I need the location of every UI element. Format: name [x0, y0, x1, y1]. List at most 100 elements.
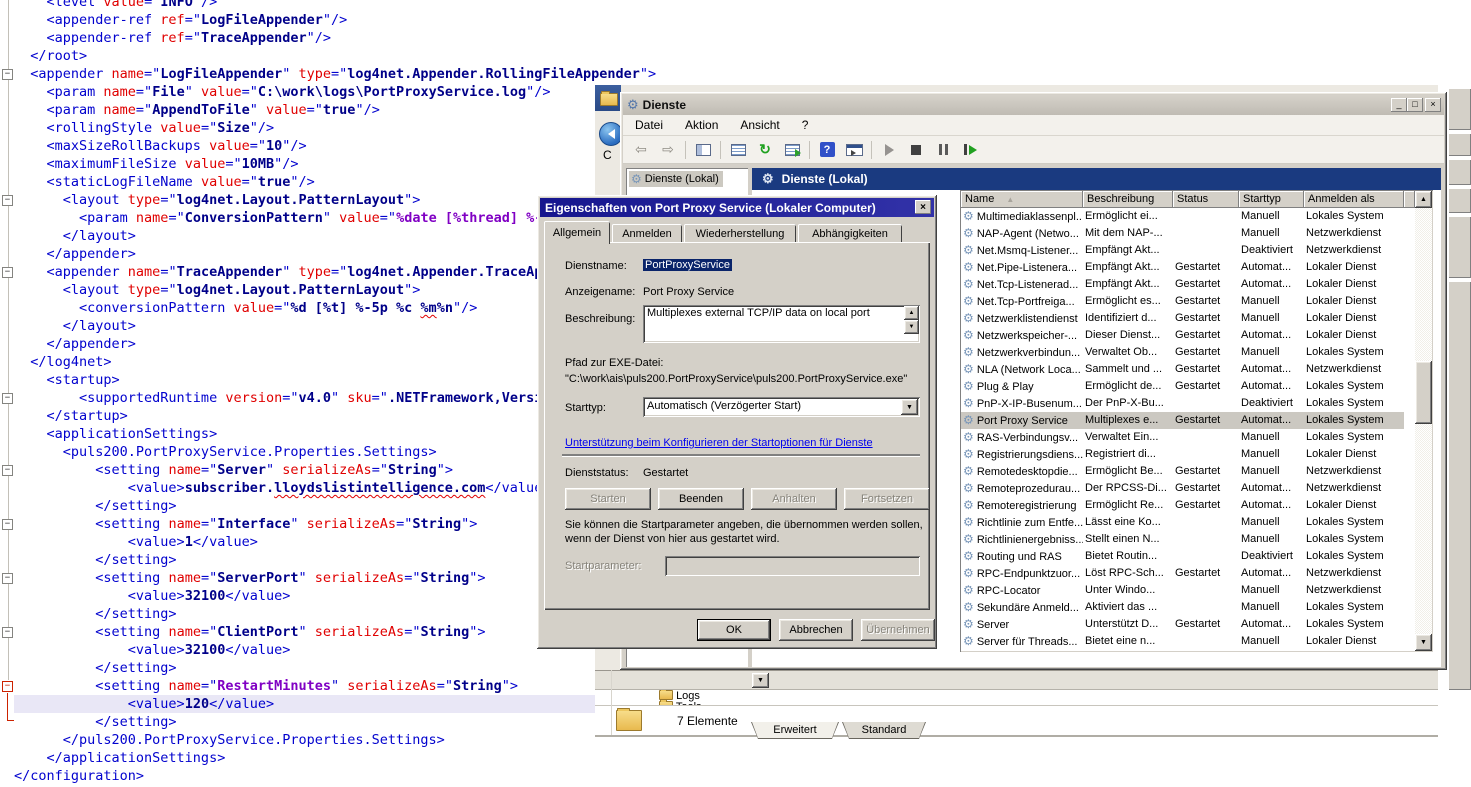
tab-allgemein[interactable]: Allgemein [544, 221, 610, 244]
startparams-info: Sie können die Startparameter angeben, d… [565, 518, 925, 546]
tab-abhaengigkeiten[interactable]: Abhängigkeiten [798, 224, 902, 243]
minimize-button[interactable]: _ [1391, 98, 1407, 112]
menu-item-hilfe[interactable]: ? [802, 118, 809, 132]
column-header-starttyp[interactable]: Starttyp [1239, 191, 1304, 208]
fold-toggle-icon[interactable]: − [2, 573, 13, 584]
dropdown-button[interactable]: ▼ [752, 673, 769, 688]
startoptions-help-link[interactable]: Unterstützung beim Konfigurieren der Sta… [565, 437, 873, 449]
service-row[interactable]: ⚙ Netzwerkverbindun...Verwaltet Ob...Ges… [961, 344, 1404, 361]
properties-icon[interactable] [728, 140, 748, 160]
service-row[interactable]: ⚙ RAS-Verbindungsv...Verwaltet Ein...Man… [961, 429, 1404, 446]
service-row[interactable]: ⚙ Sekundäre Anmeld...Aktiviert das ...Ma… [961, 599, 1404, 616]
maximize-button[interactable]: □ [1407, 98, 1423, 112]
exe-path-label: Pfad zur EXE-Datei: [565, 357, 663, 369]
changed-block-marker [7, 693, 8, 720]
beenden-button[interactable]: Beenden [658, 488, 744, 510]
fold-toggle-icon[interactable]: − [2, 69, 13, 80]
tab-anmelden[interactable]: Anmelden [612, 224, 682, 243]
fold-toggle-icon[interactable]: − [2, 519, 13, 530]
restart-service-icon[interactable] [960, 140, 980, 160]
service-row[interactable]: ⚙ RPC-LocatorUnter Windo...ManuellNetzwe… [961, 582, 1404, 599]
code-line: <param name="File" value="C:\work\logs\P… [14, 83, 656, 101]
service-row[interactable]: ⚙ Net.Msmq-Listener...Empfängt Akt...Dea… [961, 242, 1404, 259]
service-row[interactable]: ⚙ RPC-Endpunktzuor...Löst RPC-Sch...Gest… [961, 565, 1404, 582]
ok-button[interactable]: OK [697, 619, 771, 641]
scrollbar-thumb[interactable] [1415, 361, 1432, 424]
menu-item-ansicht[interactable]: Ansicht [740, 118, 779, 132]
startparams-input[interactable] [665, 556, 920, 576]
column-header-name[interactable]: Name▲ [961, 191, 1083, 208]
fold-toggle-icon[interactable]: − [2, 681, 13, 692]
services-titlebar[interactable]: ⚙ Dienste _ □ × [623, 95, 1444, 115]
divider [562, 454, 920, 457]
start-service-icon[interactable] [879, 140, 899, 160]
service-row[interactable]: ⚙ Net.Tcp-Listenerad...Empfängt Akt...Ge… [961, 276, 1404, 293]
pause-service-icon[interactable] [933, 140, 953, 160]
service-status-label: Dienststatus: [565, 467, 629, 479]
service-row[interactable]: ⚙ Remotedesktopdie...Ermöglicht Be...Ges… [961, 463, 1404, 480]
tab-standard[interactable]: Standard [842, 722, 926, 739]
back-icon[interactable]: ⇦ [631, 140, 651, 160]
gear-icon: ⚙ [963, 209, 974, 223]
fold-toggle-icon[interactable]: − [2, 465, 13, 476]
forward-icon[interactable]: ⇨ [658, 140, 678, 160]
service-row[interactable]: ⚙ NetzwerklistendienstIdentifiziert d...… [961, 310, 1404, 327]
fold-toggle-icon[interactable]: − [2, 627, 13, 638]
column-header-beschreibung[interactable]: Beschreibung [1083, 191, 1173, 208]
gear-icon: ⚙ [762, 171, 774, 187]
close-icon[interactable]: × [1425, 98, 1441, 112]
description-field[interactable]: Multiplexes external TCP/IP data on loca… [643, 305, 920, 343]
service-row[interactable]: ⚙ Richtlinienergebniss...Stellt einen N.… [961, 531, 1404, 548]
service-row[interactable]: ⚙ Routing und RASBietet Routin...Deaktiv… [961, 548, 1404, 565]
service-row[interactable]: ⚙ Port Proxy ServiceMultiplexes e...Gest… [961, 412, 1404, 429]
service-name-value[interactable]: PortProxyService [643, 259, 732, 271]
abbrechen-button[interactable]: Abbrechen [779, 619, 853, 641]
startparams-info-line1: Sie können die Startparameter angeben, d… [565, 518, 925, 532]
gear-icon: ⚙ [963, 243, 974, 257]
chevron-down-icon[interactable]: ▼ [901, 399, 918, 415]
service-row[interactable]: ⚙ Netzwerkspeicher-...Dieser Dienst...Ge… [961, 327, 1404, 344]
refresh-icon[interactable]: ↻ [755, 140, 775, 160]
vertical-scrollbar[interactable]: ▲ ▼ [1415, 191, 1432, 651]
close-icon[interactable]: × [915, 200, 931, 214]
scroll-up-icon[interactable]: ▲ [904, 306, 919, 320]
column-header-status[interactable]: Status [1173, 191, 1239, 208]
help-icon[interactable]: ? [817, 140, 837, 160]
menu-item-datei[interactable]: Datei [635, 118, 663, 132]
scroll-down-icon[interactable]: ▼ [904, 320, 919, 334]
service-row[interactable]: ⚙ Registrierungsdiens...Registriert di..… [961, 446, 1404, 463]
service-row[interactable]: ⚙ Remoteprozedurau...Der RPCSS-Di...Gest… [961, 480, 1404, 497]
tab-wiederherstellung[interactable]: Wiederherstellung [684, 224, 796, 243]
scroll-up-icon[interactable]: ▲ [1415, 191, 1432, 208]
export-list-icon[interactable] [782, 140, 802, 160]
fold-toggle-icon[interactable]: − [2, 195, 13, 206]
code-line: </setting> [14, 713, 656, 731]
service-row[interactable]: ⚙ Server für Threads...Bietet eine n...M… [961, 633, 1404, 650]
gear-icon: ⚙ [963, 447, 974, 461]
starttype-combobox[interactable]: Automatisch (Verzögerter Start) ▼ [643, 397, 920, 417]
service-row[interactable]: ⚙ Net.Tcp-Portfreiga...Ermöglicht es...G… [961, 293, 1404, 310]
dialog-titlebar[interactable]: Eigenschaften von Port Proxy Service (Lo… [540, 198, 934, 217]
menu-item-aktion[interactable]: Aktion [685, 118, 718, 132]
service-row[interactable]: ⚙ NAP-Agent (Netwo...Mit dem NAP-...Manu… [961, 225, 1404, 242]
service-row[interactable]: ⚙ Multimediaklassenpl...Ermöglicht ei...… [961, 208, 1404, 225]
sort-asc-icon: ▲ [1006, 195, 1014, 204]
service-row[interactable]: ⚙ ServerUnterstützt D...GestartetAutomat… [961, 616, 1404, 633]
explorer-window-edge [595, 735, 1438, 737]
fold-toggle-icon[interactable]: − [2, 393, 13, 404]
column-header-anmelden-als[interactable]: Anmelden als [1304, 191, 1404, 208]
service-row[interactable]: ⚙ PnP-X-IP-Busenum...Der PnP-X-Bu...Deak… [961, 395, 1404, 412]
service-row[interactable]: ⚙ RemoteregistrierungErmöglicht Re...Ges… [961, 497, 1404, 514]
extended-view-icon[interactable] [844, 140, 864, 160]
display-name-value: Port Proxy Service [643, 286, 734, 298]
service-row[interactable]: ⚙ Richtlinie zum Entfe...Lässt eine Ko..… [961, 514, 1404, 531]
scroll-down-icon[interactable]: ▼ [1415, 634, 1432, 651]
service-row[interactable]: ⚙ Net.Pipe-Listenera...Empfängt Akt...Ge… [961, 259, 1404, 276]
fold-toggle-icon[interactable]: − [2, 267, 13, 278]
show-console-tree-icon[interactable] [693, 140, 713, 160]
service-row[interactable]: ⚙ Plug & PlayErmöglicht de...GestartetAu… [961, 378, 1404, 395]
service-row[interactable]: ⚙ NLA (Network Loca...Sammelt und ...Ges… [961, 361, 1404, 378]
tab-erweitert[interactable]: Erweitert [751, 722, 839, 739]
stop-service-icon[interactable] [906, 140, 926, 160]
tree-item-dienste-lokal[interactable]: ⚙ Dienste (Lokal) [629, 171, 723, 187]
